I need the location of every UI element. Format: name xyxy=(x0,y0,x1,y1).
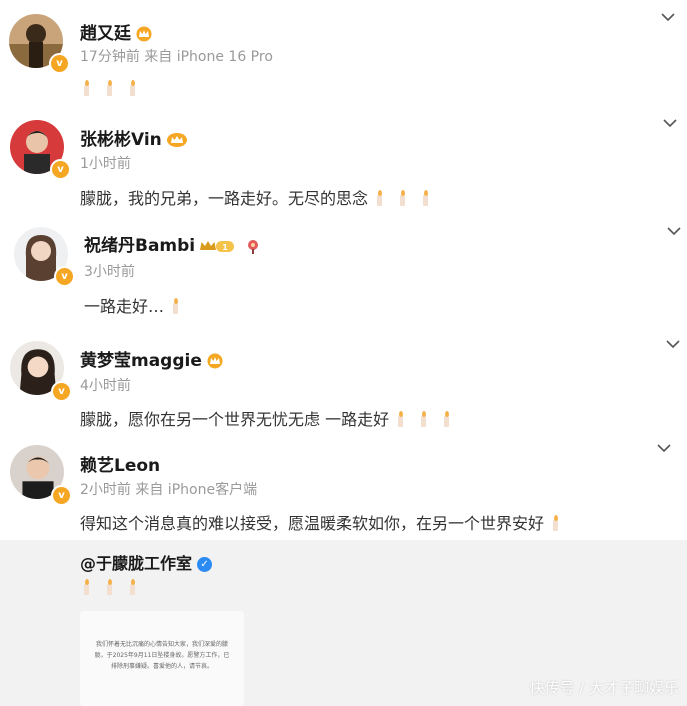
crown-icon xyxy=(207,353,223,369)
candle-icon xyxy=(552,515,559,531)
vip-level-badge-icon: 1 xyxy=(200,241,235,252)
blue-verified-icon: ✓ xyxy=(197,557,213,572)
candle-icon xyxy=(106,579,113,595)
crown-icon xyxy=(136,26,152,42)
studio-username[interactable]: @于朦胧工作室 ✓ xyxy=(80,550,213,574)
candle-icon xyxy=(420,411,427,427)
username[interactable]: 祝绪丹Bambi 1 xyxy=(84,231,261,256)
candle-icon xyxy=(397,411,404,427)
chevron-down-icon[interactable] xyxy=(666,339,680,349)
candle-icon xyxy=(376,190,383,206)
studio-candles xyxy=(75,578,144,597)
comment-meta: 2小时前 来自 iPhone客户端 xyxy=(80,482,258,498)
flower-medal-icon xyxy=(248,240,259,254)
candle-icon xyxy=(83,80,90,96)
svg-text:1: 1 xyxy=(222,243,228,252)
notice-text: 我们怀着无比沉痛的心情告知大家，我们深爱的朦胧，于2025年9月11日坠楼身故。… xyxy=(94,641,230,670)
candle-icon xyxy=(129,579,136,595)
comment-meta: 4小时前 xyxy=(80,378,131,394)
candle-icon xyxy=(129,80,136,96)
chevron-down-icon[interactable] xyxy=(667,226,681,236)
candle-icon xyxy=(399,190,406,206)
verified-badge-icon: v xyxy=(50,159,71,180)
username[interactable]: 赖艺Leon xyxy=(80,451,160,476)
verified-badge-icon: v xyxy=(51,381,72,402)
candle-icon xyxy=(83,579,90,595)
candle-icon xyxy=(443,411,450,427)
crown-icon xyxy=(166,133,187,147)
comment-meta: 3小时前 xyxy=(84,264,135,280)
candle-icon xyxy=(106,80,113,96)
username[interactable]: 趙又廷 xyxy=(80,19,153,44)
watermark: 快传号 / 大才子聊娱乐 xyxy=(529,679,679,697)
candle-icon xyxy=(422,190,429,206)
chevron-down-icon[interactable] xyxy=(657,443,671,453)
verified-badge-icon: v xyxy=(54,266,75,287)
chevron-down-icon[interactable] xyxy=(661,12,675,22)
chevron-down-icon[interactable] xyxy=(663,118,677,128)
comment-content: 朦胧，我的兄弟，一路走好。无尽的思念 xyxy=(80,185,437,209)
candle-icon xyxy=(172,298,179,314)
username[interactable]: 黄梦莹maggie xyxy=(80,346,224,371)
comment-content xyxy=(75,79,144,98)
notice-image[interactable]: 我们怀着无比沉痛的心情告知大家，我们深爱的朦胧，于2025年9月11日坠楼身故。… xyxy=(80,611,244,706)
verified-badge-icon: v xyxy=(51,485,72,506)
comment-content: 朦胧，愿你在另一个世界无忧无虑 一路走好 xyxy=(80,406,458,430)
username[interactable]: 张彬彬Vin xyxy=(80,125,188,150)
comment-content: 得知这个消息真的难以接受，愿温暖柔软如你，在另一个世界安好 xyxy=(80,510,567,534)
comment-meta: 17分钟前 来自 iPhone 16 Pro xyxy=(80,49,273,65)
comment-meta: 1小时前 xyxy=(80,156,131,172)
comment-content: 一路走好… xyxy=(84,293,187,317)
verified-badge-icon: v xyxy=(49,53,70,74)
